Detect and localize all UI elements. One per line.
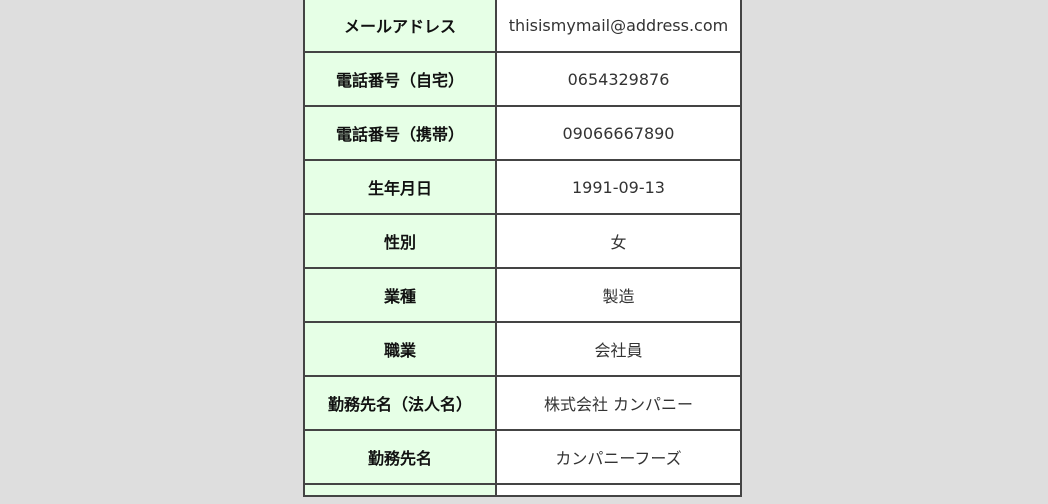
row-value-email: thisismymail@address.com [495,0,742,53]
row-value-gender: 女 [495,213,742,269]
row-label-industry: 業種 [303,267,497,323]
row-value-home-phone: 0654329876 [495,51,742,107]
table-row-partial [303,483,742,497]
row-label-cutoff [303,483,497,497]
table-row: 業種 製造 [303,267,742,323]
table-row: 電話番号（携帯） 09066667890 [303,105,742,161]
row-label-mobile-phone: 電話番号（携帯） [303,105,497,161]
table-row: 職業 会社員 [303,321,742,377]
row-label-email: メールアドレス [303,0,497,53]
row-label-birthdate: 生年月日 [303,159,497,215]
row-value-cutoff [495,483,742,497]
row-value-industry: 製造 [495,267,742,323]
profile-table: メールアドレス thisismymail@address.com 電話番号（自宅… [303,0,742,497]
table-row: 性別 女 [303,213,742,269]
profile-table-container: メールアドレス thisismymail@address.com 電話番号（自宅… [303,0,742,497]
table-row: 勤務先名（法人名） 株式会社 カンパニー [303,375,742,431]
table-row: 電話番号（自宅） 0654329876 [303,51,742,107]
row-label-employer: 勤務先名 [303,429,497,485]
row-label-occupation: 職業 [303,321,497,377]
row-value-employer-corporate: 株式会社 カンパニー [495,375,742,431]
row-value-occupation: 会社員 [495,321,742,377]
row-label-home-phone: 電話番号（自宅） [303,51,497,107]
row-value-employer: カンパニーフーズ [495,429,742,485]
table-row: 勤務先名 カンパニーフーズ [303,429,742,485]
row-value-mobile-phone: 09066667890 [495,105,742,161]
table-row: 生年月日 1991-09-13 [303,159,742,215]
row-value-birthdate: 1991-09-13 [495,159,742,215]
row-label-employer-corporate: 勤務先名（法人名） [303,375,497,431]
table-row: メールアドレス thisismymail@address.com [303,0,742,53]
row-label-gender: 性別 [303,213,497,269]
